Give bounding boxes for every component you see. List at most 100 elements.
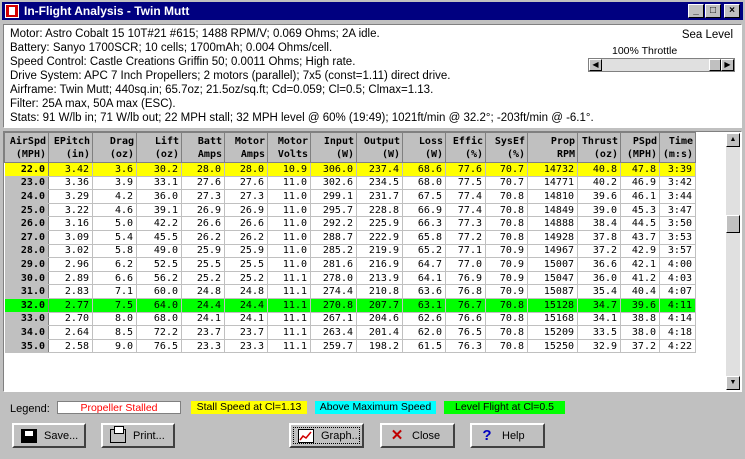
table-cell: 39.6 <box>620 298 660 313</box>
close-window-button[interactable]: × <box>724 4 740 18</box>
column-header-line1: Loss <box>418 135 443 147</box>
table-row[interactable]: 24.0 3.29 4.2 36.0 27.3 27.3 11.0 299.1 231.7 67.… <box>4 189 696 204</box>
table-cell: 60.0 <box>136 284 182 299</box>
table-cell: 2.83 <box>48 284 93 299</box>
graph-label: Graph... <box>321 430 361 442</box>
table-cell: 76.7 <box>445 298 486 313</box>
table-cell: 77.4 <box>445 189 486 204</box>
table-cell: 30.2 <box>136 162 182 177</box>
table-row[interactable]: 32.0 2.77 7.5 64.0 24.4 24.4 11.1 270.8 207.7 63.… <box>4 298 696 313</box>
column-header-line2: Amps <box>240 148 265 160</box>
table-row[interactable]: 26.0 3.16 5.0 42.2 26.6 26.6 11.0 292.2 225.9 66.… <box>4 216 696 231</box>
column-header-line2: (oz) <box>154 148 179 160</box>
table-cell: 40.4 <box>620 284 660 299</box>
table-cell: 3:57 <box>659 244 696 259</box>
column-header-line1: AirSpd <box>9 135 46 147</box>
table-cell: 76.5 <box>445 325 486 340</box>
table-cell: 3.6 <box>92 162 137 177</box>
table-cell: 11.0 <box>267 203 311 218</box>
table-cell: 33.0 <box>4 312 49 327</box>
column-header: Drag (oz) <box>92 132 137 163</box>
column-header: PSpd (MPH) <box>620 132 660 163</box>
table-cell: 36.0 <box>136 189 182 204</box>
table-cell: 2.77 <box>48 298 93 313</box>
minimize-button[interactable]: _ <box>688 4 704 18</box>
slider-right-arrow-icon[interactable]: ▶ <box>721 59 734 71</box>
vertical-scrollbar[interactable]: ▲ ▼ <box>726 133 740 390</box>
table-cell: 14928 <box>527 230 578 245</box>
table-cell: 5.8 <box>92 244 137 259</box>
column-header-line1: Time <box>668 135 693 147</box>
table-cell: 30.0 <box>4 271 49 286</box>
table-cell: 11.1 <box>267 284 311 299</box>
column-header-line2: (%) <box>506 148 525 160</box>
table-row[interactable]: 22.0 3.42 3.6 30.2 28.0 28.0 10.9 306.0 237.4 68.… <box>4 162 696 177</box>
table-cell: 201.4 <box>356 325 403 340</box>
table-cell: 7.1 <box>92 284 137 299</box>
column-header: Loss (W) <box>402 132 446 163</box>
table-cell: 15128 <box>527 298 578 313</box>
column-header-line1: SysEf <box>494 135 525 147</box>
legend-label: Legend: <box>10 403 50 415</box>
column-header-line2: (m:s) <box>662 148 693 160</box>
help-button[interactable]: ? Help <box>470 423 545 448</box>
table-cell: 70.8 <box>485 298 528 313</box>
table-cell: 64.1 <box>402 271 446 286</box>
column-header-line2: (MPH) <box>15 148 46 160</box>
table-cell: 29.0 <box>4 257 49 272</box>
print-button[interactable]: Print... <box>101 423 175 448</box>
column-header-line2: (oz) <box>593 148 618 160</box>
table-cell: 222.9 <box>356 230 403 245</box>
column-header-line1: Lift <box>154 135 179 147</box>
close-button[interactable]: ✕ Close <box>380 423 455 448</box>
table-row[interactable]: 27.0 3.09 5.4 45.5 26.2 26.2 11.0 288.7 222.9 65.… <box>4 230 696 245</box>
save-button[interactable]: Save... <box>12 423 86 448</box>
table-cell: 77.3 <box>445 216 486 231</box>
table-cell: 10.9 <box>267 162 311 177</box>
table-row[interactable]: 34.0 2.64 8.5 72.2 23.7 23.7 11.1 263.4 201.4 62.… <box>4 325 696 340</box>
table-cell: 6.6 <box>92 271 137 286</box>
column-header: SysEf (%) <box>485 132 528 163</box>
table-row[interactable]: 23.0 3.36 3.9 33.1 27.6 27.6 11.0 302.6 234.5 68.… <box>4 176 696 191</box>
table-cell: 14967 <box>527 244 578 259</box>
table-row[interactable]: 35.0 2.58 9.0 76.5 23.3 23.3 11.1 259.7 198.2 61.… <box>4 339 696 354</box>
table-cell: 11.0 <box>267 257 311 272</box>
table-cell: 3.9 <box>92 176 137 191</box>
table-cell: 34.7 <box>577 298 621 313</box>
table-cell: 37.2 <box>577 244 621 259</box>
column-header-line2: (W) <box>424 148 443 160</box>
column-header-line2: (%) <box>464 148 483 160</box>
table-cell: 3.42 <box>48 162 93 177</box>
table-cell: 225.9 <box>356 216 403 231</box>
graph-button[interactable]: Graph... <box>289 423 364 448</box>
table-cell: 237.4 <box>356 162 403 177</box>
table-cell: 11.1 <box>267 312 311 327</box>
table-row[interactable]: 30.0 2.89 6.6 56.2 25.2 25.2 11.1 278.0 213.9 64.… <box>4 271 696 286</box>
table-cell: 24.8 <box>181 284 225 299</box>
scroll-down-icon[interactable]: ▼ <box>726 376 740 390</box>
throttle-slider[interactable]: ◀ ▶ <box>588 58 735 72</box>
table-cell: 216.9 <box>356 257 403 272</box>
table-cell: 23.3 <box>224 339 268 354</box>
table-row[interactable]: 29.0 2.96 6.2 52.5 25.5 25.5 11.0 281.6 216.9 64.… <box>4 257 696 272</box>
slider-left-arrow-icon[interactable]: ◀ <box>589 59 602 71</box>
scroll-thumb[interactable] <box>726 215 740 233</box>
table-row[interactable]: 31.0 2.83 7.1 60.0 24.8 24.8 11.1 274.4 210.8 63.… <box>4 284 696 299</box>
column-header: Effic (%) <box>445 132 486 163</box>
table-cell: 52.5 <box>136 257 182 272</box>
column-header-line1: Output <box>363 135 400 147</box>
maximize-button[interactable]: □ <box>705 4 721 18</box>
table-row[interactable]: 25.0 3.22 4.6 39.1 26.9 26.9 11.0 295.7 228.8 66.… <box>4 203 696 218</box>
table-cell: 40.8 <box>577 162 621 177</box>
scroll-up-icon[interactable]: ▲ <box>726 133 740 147</box>
table-cell: 24.4 <box>181 298 225 313</box>
table-row[interactable]: 28.0 3.02 5.8 49.0 25.9 25.9 11.0 285.2 219.9 65.… <box>4 244 696 259</box>
table-cell: 62.0 <box>402 325 446 340</box>
slider-thumb[interactable] <box>709 59 721 71</box>
table-cell: 43.7 <box>620 230 660 245</box>
graph-icon <box>298 429 314 443</box>
column-header: Thrust (oz) <box>577 132 621 163</box>
table-cell: 8.5 <box>92 325 137 340</box>
table-row[interactable]: 33.0 2.70 8.0 68.0 24.1 24.1 11.1 267.1 204.6 62.… <box>4 312 696 327</box>
table-cell: 32.9 <box>577 339 621 354</box>
